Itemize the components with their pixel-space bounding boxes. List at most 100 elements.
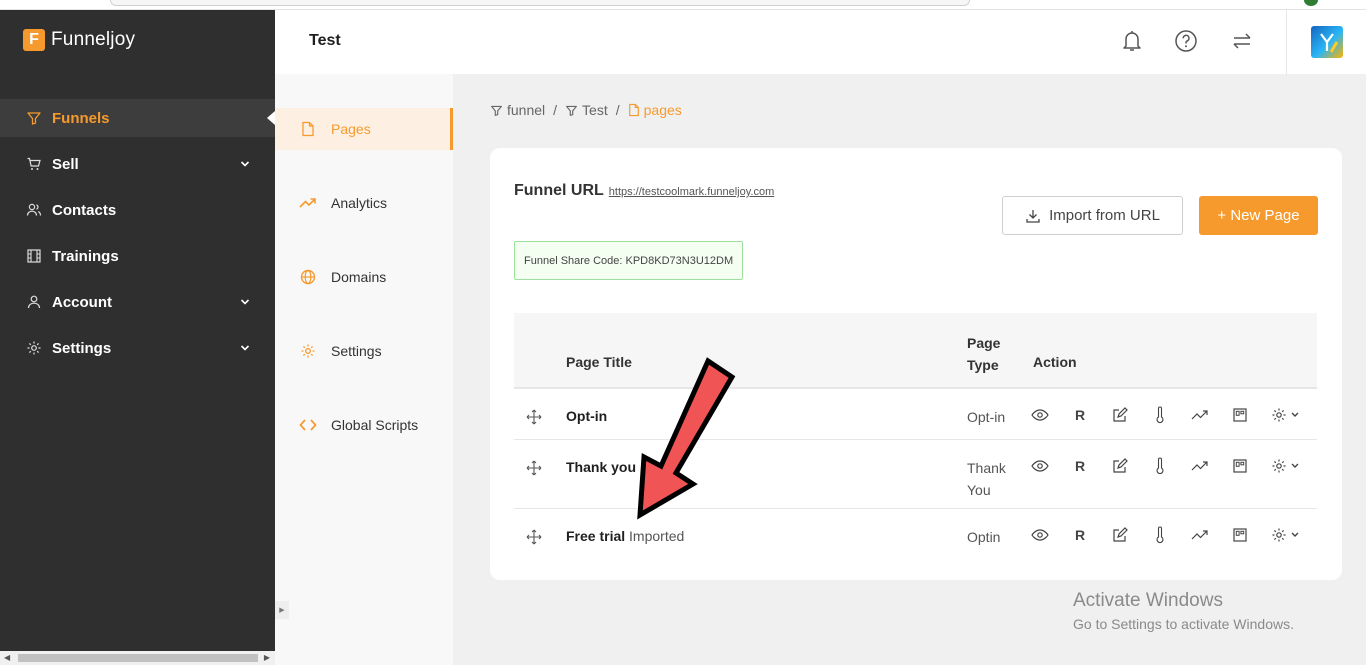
gear-dropdown-icon[interactable] [1270,405,1304,425]
thermometer-icon[interactable] [1150,525,1170,545]
cart-icon [25,155,43,173]
horizontal-scrollbar[interactable]: ◀ ▶ [0,651,275,665]
table-row: Free trial Imported Optin R [514,509,1317,563]
avatar[interactable] [1311,26,1343,58]
trend-icon[interactable] [1190,405,1210,425]
page-type-cell: Thank You [967,460,1006,498]
page-type-cell: Opt-in [967,409,1006,425]
scroll-left-icon[interactable]: ◀ [4,653,10,662]
page-title-text: Free trial [566,528,626,544]
drag-handle-icon[interactable] [526,529,542,545]
import-from-url-button[interactable]: Import from URL [1002,196,1183,235]
r-icon[interactable]: R [1070,456,1090,476]
film-icon [25,247,43,265]
sidebar-item-label: Trainings [52,247,119,265]
breadcrumb-label: pages [643,102,682,118]
sidebar-item-account[interactable]: Account [0,283,275,321]
funnel-icon [566,105,577,116]
chevron-down-icon [240,157,250,171]
funnel-share-code: Funnel Share Code: KPD8KD73N3U12DM [514,241,744,280]
drag-handle-icon[interactable] [526,409,542,425]
page-title-cell[interactable]: Opt-in [566,408,607,424]
watermark-line-1: Activate Windows [1073,590,1223,611]
table-header: Page Title Page Type Action [514,313,1317,389]
sidebar-nav: Funnels Sell Contacts Trainings Account … [0,99,275,375]
trend-icon[interactable] [1190,456,1210,476]
eye-icon[interactable] [1030,525,1050,545]
subnav-item-analytics[interactable]: Analytics [275,182,453,224]
template-icon[interactable] [1230,456,1250,476]
drag-handle-icon[interactable] [526,460,542,476]
scroll-right-icon[interactable]: ▶ [264,653,270,662]
chevron-down-icon [240,341,250,355]
header-action: Action [1033,354,1077,370]
sidebar-item-trainings[interactable]: Trainings [0,237,275,275]
edit-icon[interactable] [1110,405,1130,425]
imported-tag: Imported [629,528,685,544]
funnel-icon [25,109,43,127]
download-icon [1026,209,1040,223]
breadcrumb-separator: / [615,102,620,118]
thermometer-icon[interactable] [1150,405,1170,425]
breadcrumb-item-test[interactable]: Test [565,102,608,118]
import-label: Import from URL [1049,207,1160,224]
template-icon[interactable] [1230,405,1250,425]
page-title-cell[interactable]: Free trial Imported [566,528,684,544]
breadcrumb-item-funnel[interactable]: funnel [490,102,545,118]
template-icon[interactable] [1230,525,1250,545]
sidebar-item-contacts[interactable]: Contacts [0,191,275,229]
subnav-item-global-scripts[interactable]: Global Scripts [275,404,453,446]
collapse-toggle-icon[interactable]: ▶ [275,601,289,619]
logo-text: Funneljoy [51,29,136,50]
subnav-item-label: Domains [331,269,387,285]
page-title-cell[interactable]: Thank you [566,459,636,475]
subnav-item-pages[interactable]: Pages [275,108,453,150]
trend-icon[interactable] [1190,525,1210,545]
sidebar-item-label: Settings [52,339,112,357]
row-actions: R [1030,456,1304,476]
page-type-cell: Optin [967,529,1001,545]
gear-dropdown-icon[interactable] [1270,525,1304,545]
top-header: Test [275,10,1366,74]
header-divider [1286,10,1287,74]
breadcrumb-separator: / [553,102,558,118]
funnel-url-link[interactable]: https://testcoolmark.funneljoy.com [609,186,774,198]
subnav-item-settings[interactable]: Settings [275,330,453,372]
funnel-url: Funnel URL https://testcoolmark.funneljo… [514,182,774,200]
thermometer-icon[interactable] [1150,456,1170,476]
table-row: Opt-in Opt-in R [514,389,1317,440]
sidebar-item-sell[interactable]: Sell [0,145,275,183]
help-icon[interactable] [1173,28,1199,54]
gear-dropdown-icon[interactable] [1270,456,1304,476]
funnel-icon [491,105,502,116]
browser-strip [0,0,1366,10]
sidebar: F Funneljoy Funnels Sell Contacts Traini… [0,10,275,665]
edit-icon[interactable] [1110,525,1130,545]
scrollbar-thumb[interactable] [18,654,258,662]
sidebar-item-funnels[interactable]: Funnels [0,99,275,137]
r-icon[interactable]: R [1070,405,1090,425]
eye-icon[interactable] [1030,405,1050,425]
funnel-subnav: Pages Analytics Domains Settings Global … [275,74,453,665]
r-icon[interactable]: R [1070,525,1090,545]
funnel-url-label: Funnel URL [514,182,604,199]
subnav-item-label: Settings [331,343,382,359]
bell-icon[interactable] [1119,28,1145,54]
switch-icon[interactable] [1229,28,1255,54]
sidebar-item-settings[interactable]: Settings [0,329,275,367]
address-bar[interactable] [110,0,970,6]
users-icon [25,201,43,219]
edit-icon[interactable] [1110,456,1130,476]
breadcrumb-label: Test [582,102,608,118]
breadcrumb-label: funnel [507,102,546,118]
profile-dot[interactable] [1304,0,1318,6]
logo[interactable]: F Funneljoy [23,29,135,51]
eye-icon[interactable] [1030,456,1050,476]
trend-icon [299,194,317,212]
subnav-item-domains[interactable]: Domains [275,256,453,298]
table-row: Thank you Thank You R [514,440,1317,509]
breadcrumb: funnel / Test / pages [490,102,682,118]
globe-icon [299,268,317,286]
new-page-button[interactable]: + New Page [1199,196,1318,235]
user-icon [25,293,43,311]
